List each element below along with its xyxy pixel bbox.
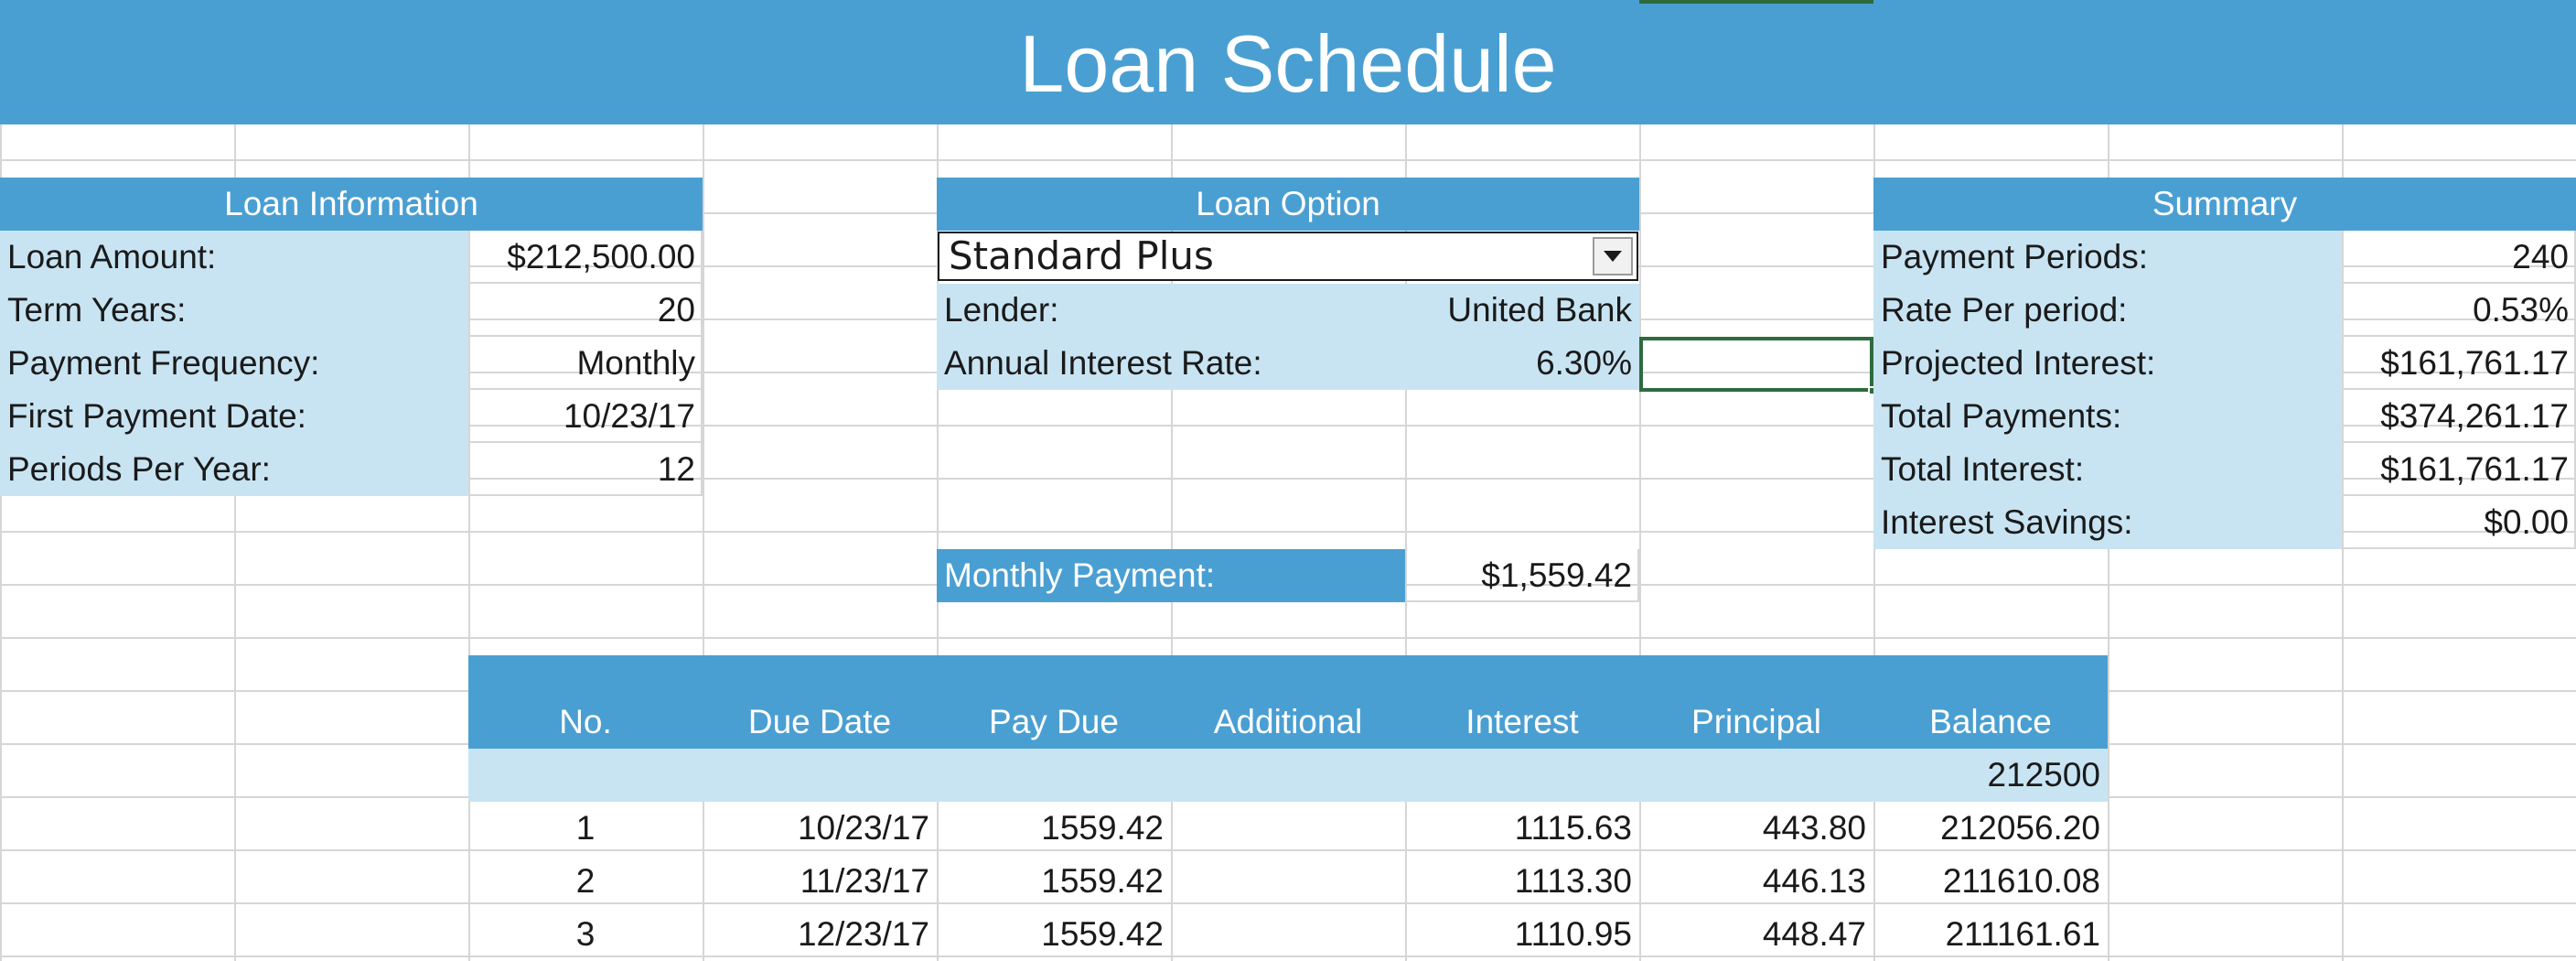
row-pay-due[interactable]: 1559.42 [937,802,1171,855]
rate-per-period-value[interactable]: 0.53% [2342,284,2576,337]
row-due-date[interactable]: 11/23/17 [703,855,937,908]
row-principal[interactable]: 448.47 [1639,908,1873,961]
row-balance[interactable]: 211610.08 [1873,855,2108,908]
payment-periods-value[interactable]: 240 [2342,231,2576,284]
column-header-interest[interactable]: Interest [1405,696,1639,749]
term-years-label: Term Years: [7,291,187,329]
loan-amount-label: Loan Amount: [7,238,217,275]
loan-option-selected-value: Standard Plus [949,233,1214,278]
column-header-pay-due[interactable]: Pay Due [937,696,1171,749]
row-principal[interactable]: 443.80 [1639,802,1873,855]
annual-interest-rate-value[interactable]: 6.30% [1405,337,1639,390]
column-header-balance[interactable]: Balance [1873,696,2108,749]
first-payment-date-label: First Payment Date: [7,397,306,435]
row-balance[interactable]: 212056.20 [1873,802,2108,855]
periods-per-year-label: Periods Per Year: [7,450,271,488]
row-interest[interactable]: 1115.63 [1405,802,1639,855]
row-due-date[interactable]: 10/23/17 [703,802,937,855]
column-header-additional[interactable]: Additional [1171,696,1405,749]
row-additional[interactable] [1171,855,1405,908]
opening-balance-row [468,749,2108,802]
projected-interest-value[interactable]: $161,761.17 [2342,337,2576,390]
row-additional[interactable] [1171,802,1405,855]
total-interest-label: Total Interest: [1881,450,2085,488]
total-payments-value[interactable]: $374,261.17 [2342,390,2576,443]
monthly-payment-value[interactable]: $1,559.42 [1405,549,1639,602]
total-interest-value[interactable]: $161,761.17 [2342,443,2576,496]
page-title: Loan Schedule [1019,18,1557,109]
payment-frequency-label: Payment Frequency: [7,344,320,382]
annual-interest-rate-label: Annual Interest Rate: [944,344,1262,382]
loan-information-header-label: Loan Information [224,185,478,222]
payment-periods-label: Payment Periods: [1881,238,2149,275]
column-header-due-date[interactable]: Due Date [703,696,937,749]
projected-interest-label: Projected Interest: [1881,344,2156,382]
active-cell-selection[interactable] [1639,337,1873,392]
row-pay-due[interactable]: 1559.42 [937,908,1171,961]
column-header-no[interactable]: No. [468,696,703,749]
term-years-value[interactable]: 20 [468,284,703,337]
first-payment-date-value[interactable]: 10/23/17 [468,390,703,443]
total-payments-label: Total Payments: [1881,397,2122,435]
row-number[interactable]: 3 [468,908,703,961]
column-header-principal[interactable]: Principal [1639,696,1873,749]
chevron-down-icon [1604,251,1622,262]
payment-frequency-value[interactable]: Monthly [468,337,703,390]
row-due-date[interactable]: 12/23/17 [703,908,937,961]
row-interest[interactable]: 1110.95 [1405,908,1639,961]
row-pay-due[interactable]: 1559.42 [937,855,1171,908]
row-balance[interactable]: 211161.61 [1873,908,2108,961]
interest-savings-label: Interest Savings: [1881,503,2133,541]
summary-header-label: Summary [2152,185,2298,222]
row-interest[interactable]: 1113.30 [1405,855,1639,908]
loan-option-dropdown[interactable]: Standard Plus [938,232,1638,281]
loan-option-header-label: Loan Option [1196,185,1380,222]
rate-per-period-label: Rate Per period: [1881,291,2128,329]
row-number[interactable]: 2 [468,855,703,908]
periods-per-year-value[interactable]: 12 [468,443,703,496]
loan-amount-value[interactable]: $212,500.00 [468,231,703,284]
row-additional[interactable] [1171,908,1405,961]
interest-savings-value[interactable]: $0.00 [2342,496,2576,549]
monthly-payment-label: Monthly Payment: [944,556,1216,594]
row-principal[interactable]: 446.13 [1639,855,1873,908]
row-number[interactable]: 1 [468,802,703,855]
opening-balance-value[interactable]: 212500 [1873,749,2108,802]
lender-value[interactable]: United Bank [1171,284,1639,337]
spreadsheet-grid[interactable]: Loan Schedule Loan Information Loan Amou… [0,0,2576,961]
dropdown-arrow-button[interactable] [1593,237,1633,275]
